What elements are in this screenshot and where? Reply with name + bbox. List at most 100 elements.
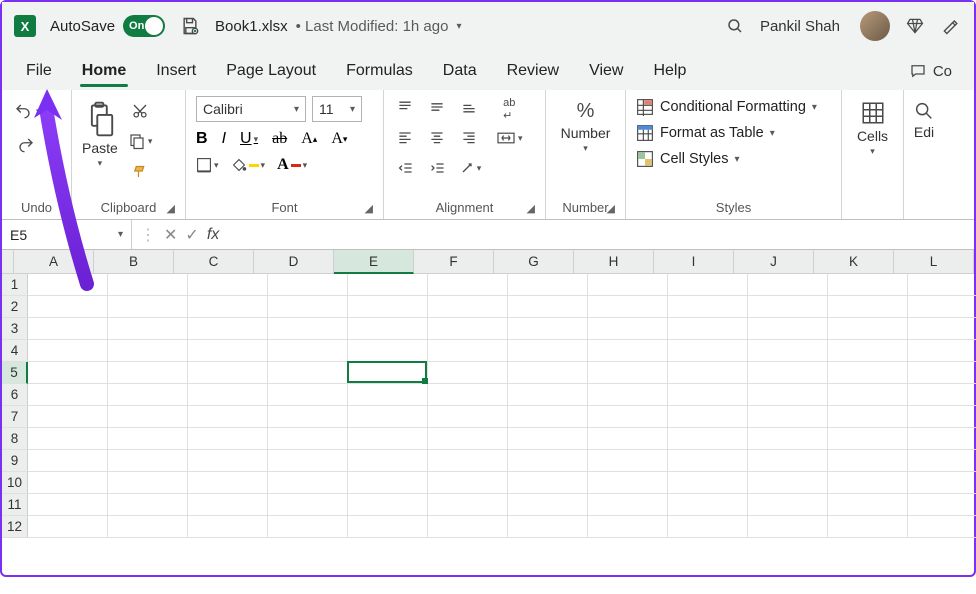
cell[interactable]	[28, 516, 108, 538]
column-header[interactable]: C	[174, 250, 254, 274]
cell[interactable]	[188, 362, 268, 384]
cell[interactable]	[908, 318, 976, 340]
cell[interactable]	[508, 274, 588, 296]
cell[interactable]	[108, 274, 188, 296]
cell[interactable]	[828, 362, 908, 384]
cell[interactable]	[748, 450, 828, 472]
column-header[interactable]: B	[94, 250, 174, 274]
column-header[interactable]: E	[334, 250, 414, 274]
cell[interactable]	[668, 428, 748, 450]
border-button[interactable]: ▾	[196, 157, 219, 173]
cell[interactable]	[108, 494, 188, 516]
cell[interactable]	[188, 516, 268, 538]
cell[interactable]	[828, 494, 908, 516]
cell[interactable]	[668, 362, 748, 384]
cell[interactable]	[188, 494, 268, 516]
cell[interactable]	[268, 428, 348, 450]
row-header[interactable]: 3	[2, 318, 28, 340]
align-middle-icon[interactable]	[426, 96, 448, 118]
cell[interactable]	[188, 450, 268, 472]
cell[interactable]	[348, 406, 428, 428]
cell[interactable]	[908, 516, 976, 538]
cell[interactable]	[588, 296, 668, 318]
cell[interactable]	[908, 384, 976, 406]
paste-button[interactable]: Paste ▾	[82, 96, 118, 169]
tab-data[interactable]: Data	[441, 62, 479, 90]
cell[interactable]	[908, 340, 976, 362]
cell[interactable]	[508, 406, 588, 428]
italic-button[interactable]: I	[222, 130, 226, 148]
cell[interactable]	[668, 384, 748, 406]
avatar[interactable]	[860, 11, 890, 41]
cell[interactable]	[908, 494, 976, 516]
row-header[interactable]: 7	[2, 406, 28, 428]
cell[interactable]	[748, 274, 828, 296]
cell[interactable]	[668, 406, 748, 428]
tab-review[interactable]: Review	[505, 62, 561, 90]
column-header[interactable]: L	[894, 250, 974, 274]
cell[interactable]	[428, 450, 508, 472]
document-name[interactable]: Book1.xlsx • Last Modified: 1h ago ▾	[215, 18, 461, 35]
row-header[interactable]: 8	[2, 428, 28, 450]
cell[interactable]	[588, 384, 668, 406]
cell[interactable]	[508, 516, 588, 538]
cell[interactable]	[188, 406, 268, 428]
column-header[interactable]: K	[814, 250, 894, 274]
clipboard-launcher-icon[interactable]: ◢	[167, 202, 175, 215]
save-icon[interactable]	[179, 15, 201, 37]
increase-indent-icon[interactable]	[426, 156, 450, 180]
cell[interactable]	[668, 318, 748, 340]
cell[interactable]	[428, 428, 508, 450]
number-launcher-icon[interactable]: ◢	[607, 202, 615, 215]
cell[interactable]	[108, 472, 188, 494]
number-format-button[interactable]: % Number ▾	[561, 96, 611, 154]
cell[interactable]	[748, 318, 828, 340]
cell[interactable]	[828, 450, 908, 472]
cell[interactable]	[668, 472, 748, 494]
cell[interactable]	[588, 428, 668, 450]
cell[interactable]	[348, 472, 428, 494]
cell[interactable]	[828, 406, 908, 428]
cell[interactable]	[748, 362, 828, 384]
column-header[interactable]: H	[574, 250, 654, 274]
cell[interactable]	[188, 428, 268, 450]
tab-formulas[interactable]: Formulas	[344, 62, 415, 90]
cell[interactable]	[268, 472, 348, 494]
cell[interactable]	[348, 516, 428, 538]
undo-button[interactable]: ▾	[12, 102, 41, 120]
cell[interactable]	[348, 340, 428, 362]
row-header[interactable]: 5	[2, 362, 28, 384]
orientation-icon[interactable]: ▾	[458, 156, 482, 180]
cell[interactable]	[188, 274, 268, 296]
cell[interactable]	[108, 406, 188, 428]
cell[interactable]	[828, 318, 908, 340]
cell[interactable]	[268, 384, 348, 406]
cell[interactable]	[108, 318, 188, 340]
cell[interactable]	[668, 296, 748, 318]
cell[interactable]	[668, 516, 748, 538]
cell[interactable]	[428, 296, 508, 318]
cell[interactable]	[188, 384, 268, 406]
font-color-button[interactable]: A▾	[277, 156, 307, 174]
cell[interactable]	[348, 384, 428, 406]
font-launcher-icon[interactable]: ◢	[365, 202, 373, 215]
increase-font-icon[interactable]: A▴	[301, 130, 317, 148]
column-header[interactable]: G	[494, 250, 574, 274]
cell[interactable]	[268, 296, 348, 318]
cell[interactable]	[108, 450, 188, 472]
cell[interactable]	[268, 516, 348, 538]
column-header[interactable]: D	[254, 250, 334, 274]
font-size-dropdown[interactable]: 11▾	[312, 96, 362, 122]
column-header[interactable]: A	[14, 250, 94, 274]
cell[interactable]	[428, 362, 508, 384]
row-header[interactable]: 9	[2, 450, 28, 472]
cell[interactable]	[748, 384, 828, 406]
cell[interactable]	[748, 340, 828, 362]
font-name-dropdown[interactable]: Calibri▾	[196, 96, 306, 122]
search-icon[interactable]	[724, 15, 746, 37]
cell[interactable]	[188, 472, 268, 494]
cell[interactable]	[668, 450, 748, 472]
cell[interactable]	[908, 472, 976, 494]
underline-button[interactable]: U▾	[240, 130, 258, 148]
cell[interactable]	[828, 340, 908, 362]
